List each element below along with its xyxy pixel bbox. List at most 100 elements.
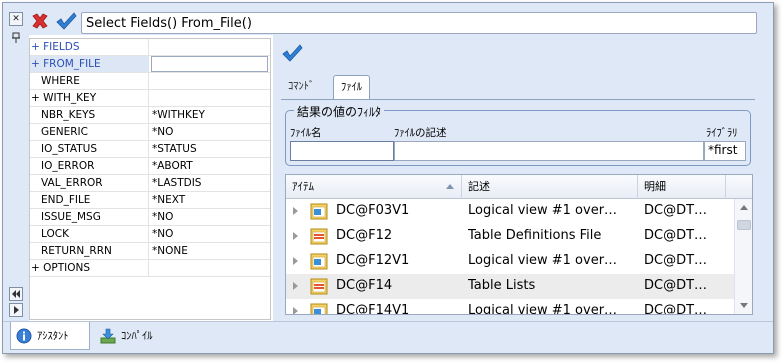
blue-check-icon[interactable] — [55, 11, 77, 31]
item-name: DC@F14V1 — [336, 303, 410, 315]
grid-row-issue-msg[interactable]: ISSUE_MSG *NO — [30, 209, 270, 226]
property-name: LOCK — [30, 226, 149, 242]
grid-row-generic[interactable]: GENERIC *NO — [30, 124, 270, 141]
column-header-detail[interactable]: 明細 — [638, 175, 726, 199]
item-detail: DC@DT… — [644, 228, 708, 243]
column-header-description[interactable]: 記述 — [462, 175, 638, 199]
close-button[interactable]: ✕ — [9, 12, 23, 26]
scroll-down-icon[interactable] — [740, 303, 748, 308]
library-input[interactable]: *first — [704, 141, 746, 161]
property-value[interactable] — [150, 260, 270, 276]
property-name: ISSUE_MSG — [30, 209, 149, 225]
property-value[interactable]: *STATUS — [150, 141, 270, 157]
right-arrow-icon — [14, 306, 19, 314]
item-name: DC@F12V1 — [336, 253, 410, 268]
expand-arrow-icon[interactable] — [293, 232, 298, 240]
file-name-label: ﾌｧｲﾙ名 — [290, 127, 322, 139]
file-desc-input[interactable] — [394, 141, 704, 161]
expand-arrow-icon[interactable] — [293, 257, 298, 265]
logical-view-icon — [310, 253, 328, 270]
item-detail: DC@DT… — [644, 253, 708, 268]
property-value[interactable]: *LASTDIS — [150, 175, 270, 191]
property-value[interactable]: *NO — [150, 226, 270, 242]
tab-command[interactable]: ｺﾏﾝﾄﾞ — [281, 75, 321, 97]
double-left-arrow-icon — [12, 290, 20, 298]
file-desc-label: ﾌｧｲﾙの記述 — [394, 127, 447, 139]
filter-legend: 結果の値のﾌｨﾙﾀ — [294, 103, 385, 120]
tab-assistant[interactable]: ｱｼｽﾀﾝﾄ — [10, 322, 90, 350]
property-value[interactable]: *NO — [150, 124, 270, 140]
column-header-item[interactable]: ｱｲﾃﾑ — [286, 175, 462, 199]
tab-label: ｱｼｽﾀﾝﾄ — [37, 330, 69, 342]
property-value[interactable] — [150, 73, 270, 89]
bottom-tab-bar: ｱｼｽﾀﾝﾄ ｺﾝﾊﾟｲﾙ — [3, 321, 773, 353]
list-item[interactable]: DC@F12 Table Definitions File DC@DT… — [286, 224, 734, 249]
grid-row-val-error[interactable]: VAL_ERROR *LASTDIS — [30, 175, 270, 192]
expand-arrow-icon[interactable] — [293, 307, 298, 314]
grid-row-options[interactable]: + OPTIONS — [30, 260, 270, 277]
selection-pane: ｺﾏﾝﾄﾞ ﾌｧｲﾙ 結果の値のﾌｨﾙﾀ ﾌｧｲﾙ名 ﾌｧｲﾙの記述 ﾗｲﾌﾞﾗ… — [273, 35, 773, 321]
scroll-first-button[interactable] — [9, 287, 23, 301]
grid-row-lock[interactable]: LOCK *NO — [30, 226, 270, 243]
blue-check-icon[interactable] — [281, 43, 303, 63]
file-tab-body: 結果の値のﾌｨﾙﾀ ﾌｧｲﾙ名 ﾌｧｲﾙの記述 ﾗｲﾌﾞﾗﾘ *first ｱｲ… — [281, 99, 755, 317]
library-label: ﾗｲﾌﾞﾗﾘ — [706, 127, 738, 139]
item-description: Logical view #1 over… — [468, 253, 618, 268]
logical-view-icon — [310, 303, 328, 314]
side-button-column: ✕ — [3, 3, 29, 321]
item-detail: DC@DT… — [644, 303, 708, 315]
property-value-editor[interactable] — [151, 56, 268, 72]
table-file-icon — [310, 278, 328, 295]
property-value[interactable] — [150, 39, 270, 55]
expand-arrow-icon[interactable] — [293, 207, 298, 215]
property-name: IO_ERROR — [30, 158, 149, 174]
expand-arrow-icon[interactable] — [293, 282, 298, 290]
scroll-next-button[interactable] — [9, 303, 23, 317]
grid-row-with-key[interactable]: + WITH_KEY — [30, 90, 270, 107]
property-grid: + FIELDS + FROM_FILE WHERE + WITH_KEY NB… — [29, 38, 271, 320]
scroll-up-icon[interactable] — [740, 205, 748, 210]
item-detail: DC@DT… — [644, 203, 708, 218]
file-list: ｱｲﾃﾑ 記述 明細 DC@F03V1 Logical view #1 over… — [285, 174, 753, 315]
tab-file[interactable]: ﾌｧｲﾙ — [333, 75, 370, 100]
property-value[interactable]: *NEXT — [150, 192, 270, 208]
scroll-thumb[interactable] — [737, 220, 751, 230]
property-name: END_FILE — [30, 192, 149, 208]
list-item[interactable]: DC@F12V1 Logical view #1 over… DC@DT… — [286, 249, 734, 274]
property-value[interactable]: *WITHKEY — [150, 107, 270, 123]
item-name: DC@F12 — [336, 228, 393, 243]
item-name: DC@F03V1 — [336, 203, 410, 218]
item-description: Logical view #1 over… — [468, 303, 618, 315]
grid-row-io-status[interactable]: IO_STATUS *STATUS — [30, 141, 270, 158]
vertical-scrollbar[interactable] — [734, 199, 752, 314]
property-value[interactable] — [150, 90, 270, 106]
property-value[interactable]: *NONE — [150, 243, 270, 259]
property-name: + FROM_FILE — [30, 56, 149, 72]
grid-row-where[interactable]: WHERE — [30, 73, 270, 90]
item-description: Logical view #1 over… — [468, 203, 618, 218]
grid-row-io-error[interactable]: IO_ERROR *ABORT — [30, 158, 270, 175]
table-file-icon — [310, 228, 328, 245]
pin-button[interactable] — [9, 31, 23, 45]
grid-row-end-file[interactable]: END_FILE *NEXT — [30, 192, 270, 209]
column-header-label: 明細 — [644, 180, 666, 193]
pin-icon — [12, 32, 20, 43]
list-item[interactable]: DC@F03V1 Logical view #1 over… DC@DT… — [286, 199, 734, 224]
property-value[interactable]: *NO — [150, 209, 270, 225]
file-name-input[interactable] — [290, 141, 394, 161]
grid-row-nbr-keys[interactable]: NBR_KEYS *WITHKEY — [30, 107, 270, 124]
command-input[interactable] — [81, 12, 757, 34]
property-name: VAL_ERROR — [30, 175, 149, 191]
grid-row-return-rrn[interactable]: RETURN_RRN *NONE — [30, 243, 270, 260]
grid-row-fields[interactable]: + FIELDS — [30, 39, 270, 56]
property-name: + WITH_KEY — [30, 90, 149, 106]
property-value[interactable]: *ABORT — [150, 158, 270, 174]
property-name: + OPTIONS — [30, 260, 149, 276]
red-x-icon[interactable] — [30, 11, 50, 31]
property-name: IO_STATUS — [30, 141, 149, 157]
tab-compile[interactable]: ｺﾝﾊﾟｲﾙ — [95, 322, 185, 350]
list-item[interactable]: DC@F14V1 Logical view #1 over… DC@DT… — [286, 299, 734, 315]
list-item[interactable]: DC@F14 Table Lists DC@DT… — [286, 274, 734, 299]
grid-row-from-file[interactable]: + FROM_FILE — [30, 56, 270, 73]
list-header: ｱｲﾃﾑ 記述 明細 — [286, 175, 752, 199]
